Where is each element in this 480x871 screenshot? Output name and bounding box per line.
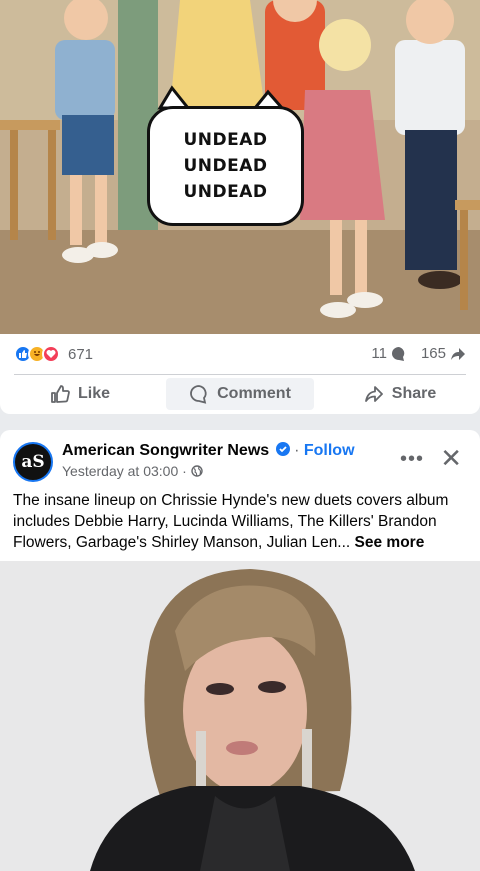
comment-bubble-icon [190,385,207,404]
more-icon[interactable]: ••• [400,448,424,471]
speech-line: UNDEAD [183,130,268,150]
separator-dot: · [294,442,300,459]
love-reaction-icon [42,345,60,363]
portrait-photo [0,561,480,871]
comment-icon [391,346,405,361]
post-header: American Songwriter News · Follow Yester… [62,442,355,479]
post-card: aS American Songwriter News · Follow Yes… [0,430,480,871]
action-row: Like Comment Share [0,378,480,410]
like-button[interactable]: Like [6,378,154,410]
post-image-meme[interactable]: UNDEAD UNDEAD UNDEAD [0,0,480,334]
post-photo[interactable] [0,561,480,871]
avatar[interactable]: aS [13,442,53,482]
share-arrow-icon [451,347,465,360]
comment-button[interactable]: Comment [166,378,314,410]
speech-line: UNDEAD [183,182,268,202]
avatar-text: aS [21,452,45,472]
thumbs-up-icon [51,385,70,403]
share-count: 165 [420,345,446,362]
follow-button[interactable]: Follow [304,442,355,459]
page-name[interactable]: American Songwriter News [62,442,269,459]
share-icon [364,386,383,402]
post-footer: 671 11 165 Like Comment Share [0,334,480,414]
share-label: Share [391,385,437,402]
close-icon[interactable]: ✕ [440,444,462,472]
divider [14,374,466,375]
like-label: Like [77,385,110,402]
separator-dot: · [182,463,187,479]
timestamp[interactable]: Yesterday at 03:00 [62,463,178,479]
speech-line: UNDEAD [183,156,268,176]
reaction-count: 671 [68,345,94,363]
verified-badge-icon [275,442,290,456]
post-meta: Yesterday at 03:00 · [62,463,355,479]
reactions-summary[interactable]: 671 [14,345,93,363]
speech-bubble: UNDEAD UNDEAD UNDEAD [147,106,304,226]
see-more-link[interactable]: See more [355,534,425,551]
engagement-counts[interactable]: 11 165 [371,345,466,362]
share-button[interactable]: Share [326,378,474,410]
comment-label: Comment [217,385,291,402]
post-text: The insane lineup on Chrissie Hynde's ne… [13,490,458,553]
comment-count: 11 [371,345,387,362]
globe-icon [191,465,203,477]
